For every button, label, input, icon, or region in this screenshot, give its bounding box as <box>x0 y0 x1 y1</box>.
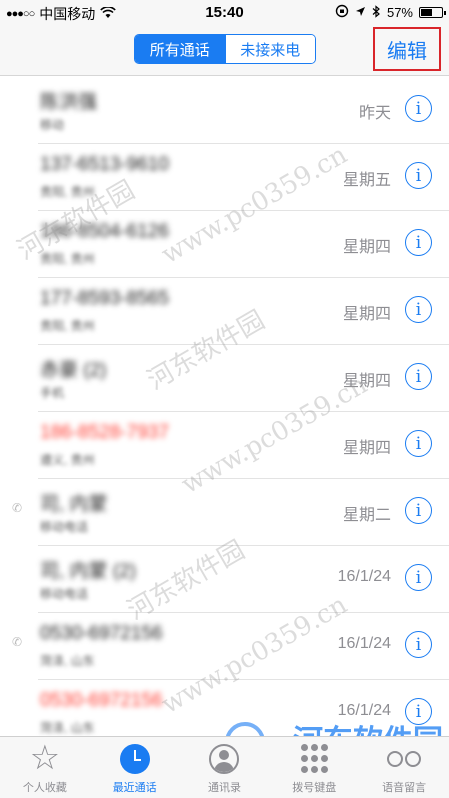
tab-label: 通讯录 <box>207 782 241 794</box>
call-row[interactable]: 司, 内蒙 (2) 移动电话 16/1/24 i <box>38 546 449 613</box>
call-filter-segmented-control: 所有通话 未接来电 <box>134 34 316 64</box>
tab-label: 最近通话 <box>112 782 157 794</box>
caller-name: 0530-6972156 <box>40 623 163 644</box>
tab-contacts[interactable]: 通讯录 <box>180 737 270 798</box>
caller-name: 186-8528-7937 <box>40 422 169 443</box>
info-icon[interactable]: i <box>405 698 432 725</box>
tab-bar: ☆ 个人收藏 最近通话 通讯录 拨号键盘 语音留言 <box>0 736 449 798</box>
caller-location: 贵阳, 贵州 <box>40 252 95 266</box>
call-date: 星期四 <box>342 239 391 256</box>
voicemail-icon <box>387 751 422 767</box>
call-date: 星期四 <box>342 373 391 390</box>
caller-name: 陈洪强 <box>40 92 98 113</box>
call-date: 16/1/24 <box>337 635 391 652</box>
contacts-icon <box>209 744 240 774</box>
info-icon[interactable]: i <box>405 229 432 256</box>
clock-icon <box>119 744 150 774</box>
caller-name: 司, 内蒙 (2) <box>40 561 137 582</box>
call-date: 16/1/24 <box>337 702 391 719</box>
battery-percent: 57% <box>386 5 413 20</box>
call-date: 星期四 <box>342 440 391 457</box>
keypad-icon <box>299 744 329 774</box>
caller-name: 赤豪 (2) <box>40 360 107 381</box>
caller-name: 0530-6972156 <box>40 690 163 711</box>
outgoing-call-icon: ✆ <box>12 635 23 649</box>
caller-location: 贵阳, 贵州 <box>40 185 95 199</box>
tab-voicemail[interactable]: 语音留言 <box>359 737 449 798</box>
call-row[interactable]: 137-6513-9610 贵阳, 贵州 星期五 i <box>38 144 449 211</box>
call-date: 星期四 <box>342 306 391 323</box>
call-date: 星期二 <box>342 507 391 524</box>
info-icon[interactable]: i <box>405 631 432 658</box>
caller-name: 186-8504-6126 <box>40 221 169 242</box>
nav-bar: 所有通话 未接来电 编辑 <box>0 24 449 76</box>
caller-name: 司, 内蒙 <box>40 494 108 515</box>
call-row[interactable]: ✆ 0530-6972156 菏泽, 山东 16/1/24 i <box>12 613 449 680</box>
caller-location: 菏泽, 山东 <box>40 721 95 735</box>
call-row[interactable]: 186-8504-6126 贵阳, 贵州 星期四 i <box>38 211 449 278</box>
edit-button[interactable]: 编辑 <box>373 27 441 71</box>
call-date: 星期五 <box>342 172 391 189</box>
battery-level <box>421 9 433 16</box>
info-icon[interactable]: i <box>405 497 432 524</box>
tab-label: 拨号键盘 <box>292 782 337 794</box>
info-icon[interactable]: i <box>405 296 432 323</box>
caller-location: 贵阳, 贵州 <box>40 319 95 333</box>
recent-calls-list: 陈洪强 移动 昨天 i 137-6513-9610 贵阳, 贵州 星期五 i 186-8504-… <box>0 77 449 747</box>
caller-location: 移动 <box>40 118 65 132</box>
status-right: 57% <box>335 4 446 21</box>
tab-star[interactable]: ☆ 个人收藏 <box>0 737 90 798</box>
bluetooth-icon <box>372 4 381 21</box>
caller-location: 手机 <box>40 386 65 400</box>
caller-location: 移动电话 <box>40 520 89 534</box>
call-date: 16/1/24 <box>337 568 391 585</box>
star-icon: ☆ <box>29 739 61 777</box>
location-icon <box>355 5 366 20</box>
info-icon[interactable]: i <box>405 95 432 122</box>
info-icon[interactable]: i <box>405 162 432 189</box>
info-icon[interactable]: i <box>405 430 432 457</box>
caller-name: 177-8593-8565 <box>40 288 169 309</box>
segment-all-calls[interactable]: 所有通话 <box>135 35 225 63</box>
tab-keypad[interactable]: 拨号键盘 <box>269 737 359 798</box>
call-row[interactable]: ✆ 司, 内蒙移动电话 星期二 i <box>12 479 449 546</box>
tab-clock[interactable]: 最近通话 <box>90 737 180 798</box>
tab-label: 个人收藏 <box>22 782 67 794</box>
caller-name: 137-6513-9610 <box>40 154 169 175</box>
outgoing-call-icon: ✆ <box>12 501 23 515</box>
orientation-lock-icon <box>335 4 349 21</box>
info-icon[interactable]: i <box>405 363 432 390</box>
segment-missed-calls[interactable]: 未接来电 <box>224 35 315 63</box>
call-row[interactable]: 陈洪强移动 昨天 i <box>38 77 449 144</box>
battery-icon <box>419 7 446 18</box>
status-bar: ●●●○○ 中国移动 15:40 57% <box>0 0 449 24</box>
call-row[interactable]: 177-8593-8565 贵阳, 贵州 星期四 i <box>38 278 449 345</box>
caller-location: 遵义, 贵州 <box>40 453 95 467</box>
call-date: 昨天 <box>358 105 391 122</box>
call-row[interactable]: 赤豪 (2) 手机 星期四 i <box>38 345 449 412</box>
caller-location: 移动电话 <box>40 587 89 601</box>
caller-location: 菏泽, 山东 <box>40 654 95 668</box>
info-icon[interactable]: i <box>405 564 432 591</box>
tab-label: 语音留言 <box>382 782 427 794</box>
call-row[interactable]: 186-8528-7937 遵义, 贵州 星期四 i <box>38 412 449 479</box>
